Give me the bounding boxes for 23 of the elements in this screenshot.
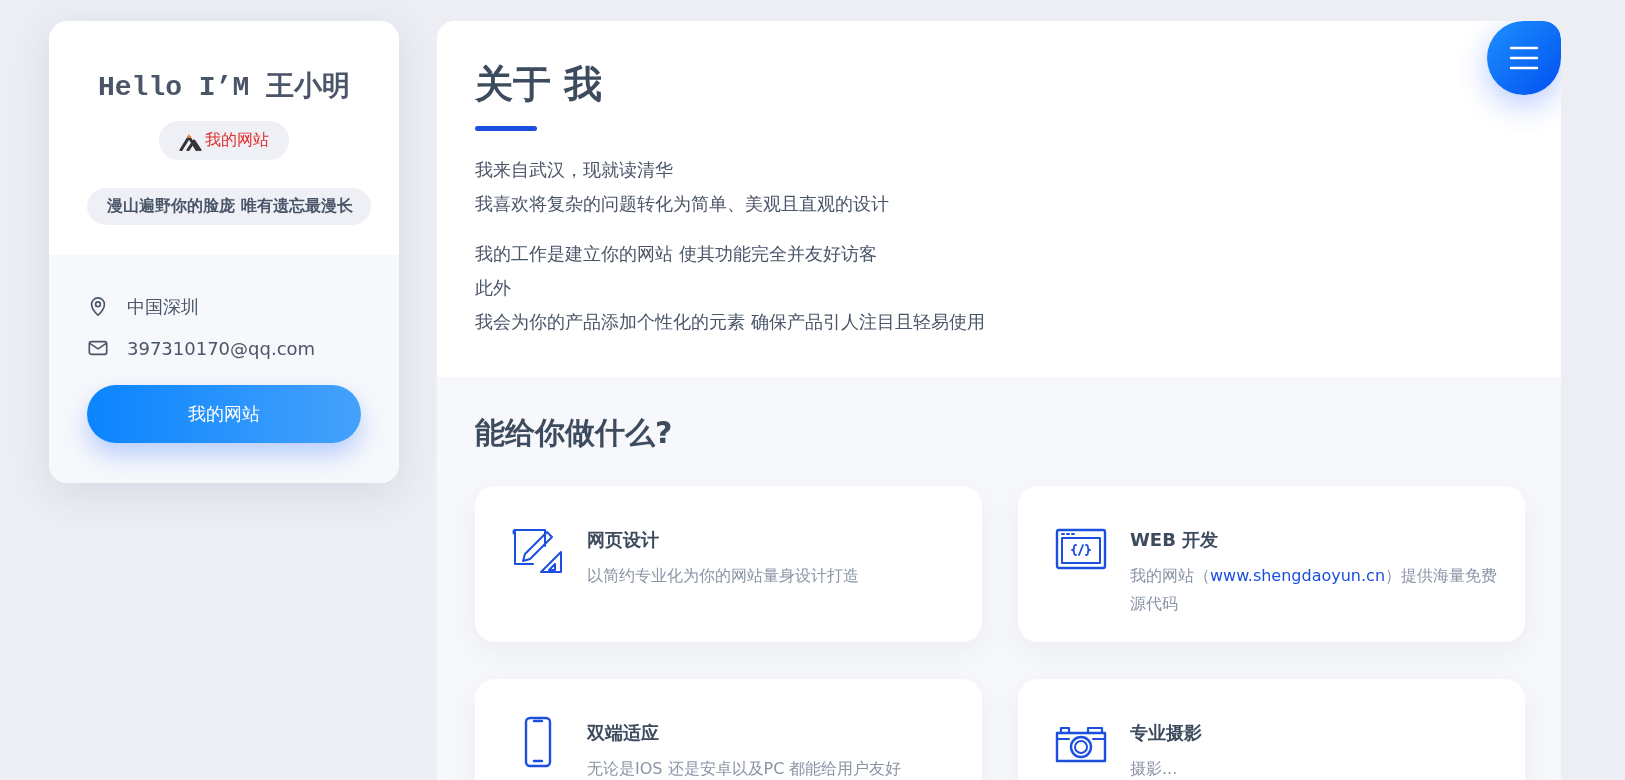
- service-description: 我的网站（www.shengdaoyun.cn）提供海量免费源代码: [1130, 565, 1498, 615]
- service-description: 无论是IOS 还是安卓以及PC 都能给用户友好: [587, 758, 902, 780]
- service-description: 以简约专业化为你的网站量身设计打造: [587, 565, 859, 587]
- greeting-heading: Hello I’M 王小明: [98, 70, 350, 105]
- motto-text: 漫山遍野你的脸庞 唯有遗忘最漫长: [87, 188, 371, 225]
- service-title: 网页设计: [587, 528, 660, 552]
- service-description: 摄影...: [1130, 758, 1179, 780]
- section-title: 关于 我: [475, 61, 604, 108]
- service-title: 双端适应: [587, 721, 660, 745]
- section-title: 能给你做什么?: [475, 414, 674, 452]
- menu-icon: [1509, 46, 1539, 70]
- paragraph-line: 我喜欢将复杂的问题转化为简单、美观且直观的设计: [475, 192, 890, 216]
- service-title: WEB 开发: [1130, 528, 1220, 552]
- website-badge[interactable]: 我的网站: [159, 121, 289, 160]
- paragraph-line: 我来自武汉，现就读清华: [475, 158, 674, 182]
- paragraph-line: 我的工作是建立你的网站 使其功能完全并友好访客: [475, 242, 878, 266]
- paragraph-line: 我会为你的产品添加个性化的元素 确保产品引人注目且轻易使用: [475, 310, 986, 334]
- email-text: 397310170@qq.com: [127, 337, 316, 359]
- website-link[interactable]: www.shengdaoyun.cn: [1210, 566, 1385, 585]
- service-title: 专业摄影: [1130, 721, 1202, 745]
- paragraph-line: 此外: [475, 276, 512, 300]
- website-button[interactable]: 我的网站: [87, 385, 361, 443]
- location-text: 中国深圳: [127, 295, 199, 319]
